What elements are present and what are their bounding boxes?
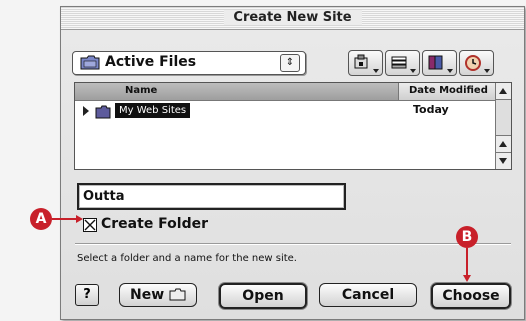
scroll-up-arrow-icon[interactable] — [496, 135, 511, 152]
new-folder-button[interactable]: New — [119, 283, 197, 307]
chevron-down-icon — [373, 69, 379, 73]
create-folder-label: Create Folder — [101, 216, 209, 232]
hint-text: Select a folder and a name for the new s… — [77, 253, 297, 264]
column-header-name[interactable]: Name — [75, 83, 399, 100]
new-folder-icon — [169, 288, 186, 301]
up-down-arrows-icon: ⇕ — [280, 54, 300, 72]
column-header: Name Date Modified — [75, 83, 495, 101]
create-folder-checkbox[interactable] — [83, 218, 97, 232]
vertical-scrollbar[interactable] — [495, 83, 511, 169]
list-item[interactable]: My Web Sites Today — [75, 102, 495, 120]
network-shortcuts-button[interactable] — [348, 50, 383, 76]
choose-button[interactable]: Choose — [431, 283, 511, 309]
help-button[interactable]: ? — [75, 284, 99, 306]
folder-icon — [95, 104, 111, 123]
callout-b-arrowhead — [463, 275, 471, 282]
site-name-input[interactable] — [83, 186, 333, 206]
callout-b: B — [456, 226, 478, 248]
column-header-date-modified[interactable]: Date Modified — [399, 83, 495, 100]
location-popup[interactable]: Active Files ⇕ — [72, 51, 306, 75]
callout-a-line — [52, 218, 76, 220]
chevron-down-icon — [484, 69, 490, 73]
canvas: Create New Site Active Files ⇕ Name Date… — [0, 0, 526, 321]
open-button[interactable]: Open — [219, 283, 307, 309]
chevron-down-icon — [447, 69, 453, 73]
chevron-down-icon — [410, 69, 416, 73]
file-browser-list[interactable]: Name Date Modified My Web Sites Today — [74, 82, 512, 170]
browse-button[interactable] — [422, 50, 457, 76]
scroll-up-arrow-icon[interactable] — [496, 83, 511, 100]
location-popup-value: Active Files — [105, 54, 197, 70]
disclosure-triangle-icon[interactable] — [83, 106, 89, 116]
callout-a: A — [30, 208, 52, 230]
scroll-down-arrow-icon[interactable] — [496, 152, 511, 169]
checkmark-icon — [84, 219, 96, 231]
title-bar[interactable]: Create New Site — [61, 7, 524, 30]
site-name-field[interactable] — [77, 183, 346, 210]
folder-icon — [80, 55, 100, 74]
callout-a-arrowhead — [76, 215, 83, 223]
favorites-button[interactable] — [385, 50, 420, 76]
create-new-site-dialog: Create New Site Active Files ⇕ Name Date… — [60, 6, 525, 320]
list-item-date: Today — [413, 103, 449, 116]
cancel-button[interactable]: Cancel — [319, 283, 417, 307]
recent-button[interactable] — [459, 50, 494, 76]
list-item-name: My Web Sites — [115, 103, 191, 118]
divider — [75, 243, 511, 245]
callout-b-line — [466, 248, 468, 276]
dialog-title: Create New Site — [223, 10, 362, 25]
